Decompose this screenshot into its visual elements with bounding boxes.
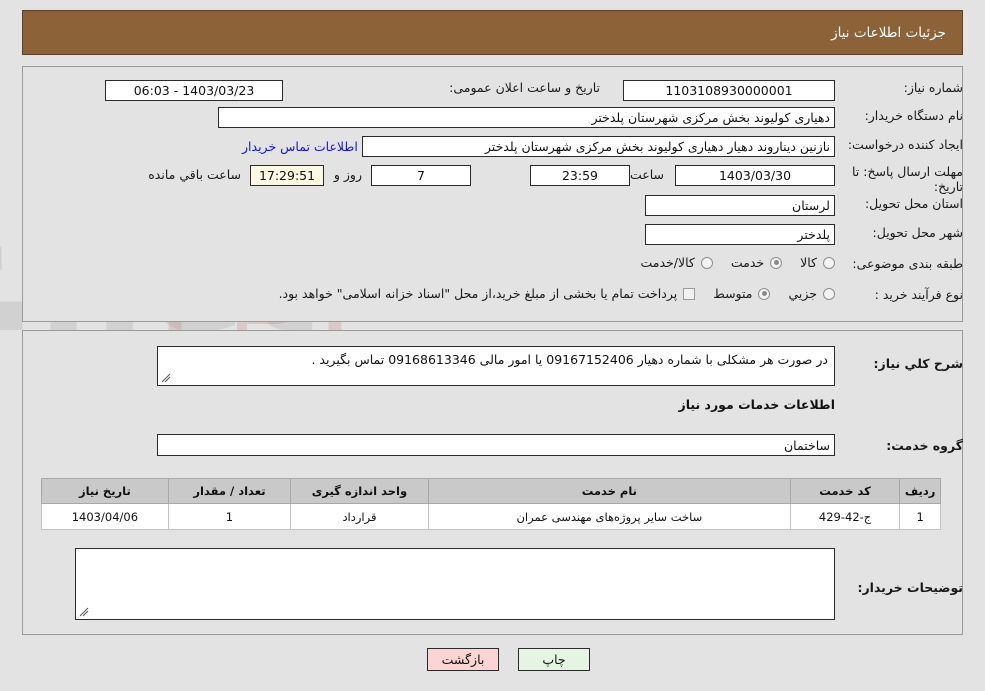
radio-option-jozii[interactable]: جزیي [788, 286, 835, 301]
page-title-bar: جزئیات اطلاعات نیاز [22, 10, 963, 55]
cell-date: 1403/04/06 [41, 503, 169, 530]
radio-label-kala-khedmat: کالا/خدمت [640, 255, 695, 270]
province-label: استان محل تحویل: [864, 196, 963, 211]
city-value: پلدختر [645, 224, 835, 245]
treasury-note-label: پرداخت تمام یا بخشی از مبلغ خرید،از محل … [278, 286, 678, 301]
radio-icon-jozii[interactable] [823, 287, 835, 300]
print-button[interactable]: چاپ [518, 648, 590, 671]
general-desc-textarea[interactable]: در صورت هر مشکلی با شماره دهیار 09167152… [157, 346, 835, 386]
radio-option-motavasset[interactable]: متوسط [713, 286, 771, 301]
classification-options: کالا خدمت کالا/خدمت [622, 255, 835, 270]
remaining-label: ساعت باقي مانده [148, 167, 241, 182]
services-section-heading: اطلاعات خدمات مورد نیاز [678, 397, 836, 412]
row-buyer-notes: توضیحات خریدار: [843, 580, 963, 595]
col-code: کد خدمت [789, 478, 901, 504]
col-unit: واحد اندازه گیری [290, 478, 429, 504]
need-number-value: 1103108930000001 [623, 80, 835, 101]
process-options: جزیي متوسط پرداخت تمام یا بخشی از مبلغ خ… [279, 286, 835, 301]
row-buyer-org: نام دستگاه خریدار: [843, 108, 963, 123]
cell-name: ساخت سایر پروژه‌های مهندسی عمران [427, 503, 791, 530]
col-date: تاریخ نیاز [41, 478, 169, 504]
row-province: استان محل تحویل: [843, 196, 963, 211]
treasury-checkbox[interactable] [683, 287, 696, 300]
row-city: شهر محل تحویل: [843, 225, 963, 240]
creator-label: ایجاد کننده درخواست: [847, 137, 963, 152]
radio-icon-kala-khedmat[interactable] [700, 256, 713, 269]
service-group-value: ساختمان [157, 434, 835, 456]
row-creator: ایجاد کننده درخواست: [843, 137, 963, 152]
col-qty: تعداد / مقدار [167, 478, 292, 504]
need-number-label: شماره نیاز: [903, 80, 963, 95]
page-title: جزئیات اطلاعات نیاز [831, 24, 946, 41]
buyer-notes-label: توضیحات خریدار: [857, 580, 963, 595]
city-label: شهر محل تحویل: [872, 225, 963, 240]
cell-unit: قرارداد [290, 503, 429, 530]
hour-label: ساعت [629, 167, 664, 182]
announce-value: 1403/03/23 - 06:03 [105, 80, 283, 101]
cell-code: ج-42-429 [789, 503, 901, 530]
deadline-time: 23:59 [530, 165, 630, 186]
need-summary-panel [22, 66, 963, 322]
row-announce: تاریخ و ساعت اعلان عمومی: [449, 80, 600, 95]
radio-label-kala: کالا [800, 255, 817, 270]
radio-icon-kala[interactable] [823, 256, 835, 269]
radio-option-kala[interactable]: کالا [800, 255, 835, 270]
process-label: نوع فرآیند خرید : [874, 287, 963, 302]
province-value: لرستان [645, 195, 835, 216]
radio-label-khedmat: خدمت [730, 255, 765, 270]
radio-icon-khedmat[interactable] [770, 256, 783, 269]
row-classification: طبقه بندی موضوعی: [843, 256, 963, 271]
col-name: نام خدمت [427, 478, 791, 504]
cell-qty: 1 [167, 503, 292, 530]
radio-label-motavasset: متوسط [713, 286, 753, 301]
announce-label: تاریخ و ساعت اعلان عمومی: [449, 80, 600, 95]
col-index: ردیف [899, 478, 941, 504]
buyer-org-label: نام دستگاه خریدار: [864, 108, 963, 123]
general-desc-label: شرح کلي نیاز: [873, 356, 963, 371]
classification-label: طبقه بندی موضوعی: [852, 256, 963, 271]
radio-option-kala-khedmat[interactable]: کالا/خدمت [640, 255, 713, 270]
back-button[interactable]: بازگشت [427, 648, 499, 671]
countdown-timer: 17:29:51 [250, 165, 324, 186]
services-table: ردیف کد خدمت نام خدمت واحد اندازه گیری ت… [41, 478, 941, 530]
days-label: روز و [333, 167, 362, 182]
resize-grip-icon[interactable] [161, 373, 171, 383]
row-need-number: شماره نیاز: [843, 80, 963, 95]
table-header-row: ردیف کد خدمت نام خدمت واحد اندازه گیری ت… [41, 478, 941, 504]
deadline-label: مهلت ارسال پاسخ: تا تاریخ: [852, 164, 963, 194]
creator-value: نازنین دیناروند دهیار دهیاری کولیوند بخش… [362, 136, 835, 157]
radio-option-khedmat[interactable]: خدمت [730, 255, 783, 270]
general-desc-value: در صورت هر مشکلی با شماره دهیار 09167152… [311, 352, 828, 367]
service-group-label: گروه خدمت: [886, 438, 963, 453]
table-row[interactable]: 1 ج-42-429 ساخت سایر پروژه‌های مهندسی عم… [41, 503, 941, 530]
row-deadline: مهلت ارسال پاسخ: تا تاریخ: [837, 164, 963, 194]
resize-grip-icon-2[interactable] [79, 607, 89, 617]
cell-index: 1 [899, 503, 941, 530]
page-root: AriaTender.net جزئیات اطلاعات نیاز شماره… [0, 0, 985, 691]
buyer-notes-textarea[interactable] [75, 548, 835, 620]
treasury-note-option[interactable]: پرداخت تمام یا بخشی از مبلغ خرید،از محل … [279, 286, 696, 301]
row-service-group: گروه خدمت: [843, 438, 963, 453]
remaining-days: 7 [371, 165, 471, 186]
row-process: نوع فرآیند خرید : [843, 287, 963, 302]
deadline-date: 1403/03/30 [675, 165, 835, 186]
buyer-contact-link[interactable]: اطلاعات تماس خریدار [242, 139, 358, 154]
buyer-org-value: دهیاری کولیوند بخش مرکزی شهرستان پلدختر [218, 107, 835, 128]
radio-icon-motavasset[interactable] [758, 287, 771, 300]
radio-label-jozii: جزیي [788, 286, 817, 301]
row-general-desc: شرح کلي نیاز: [843, 356, 963, 371]
